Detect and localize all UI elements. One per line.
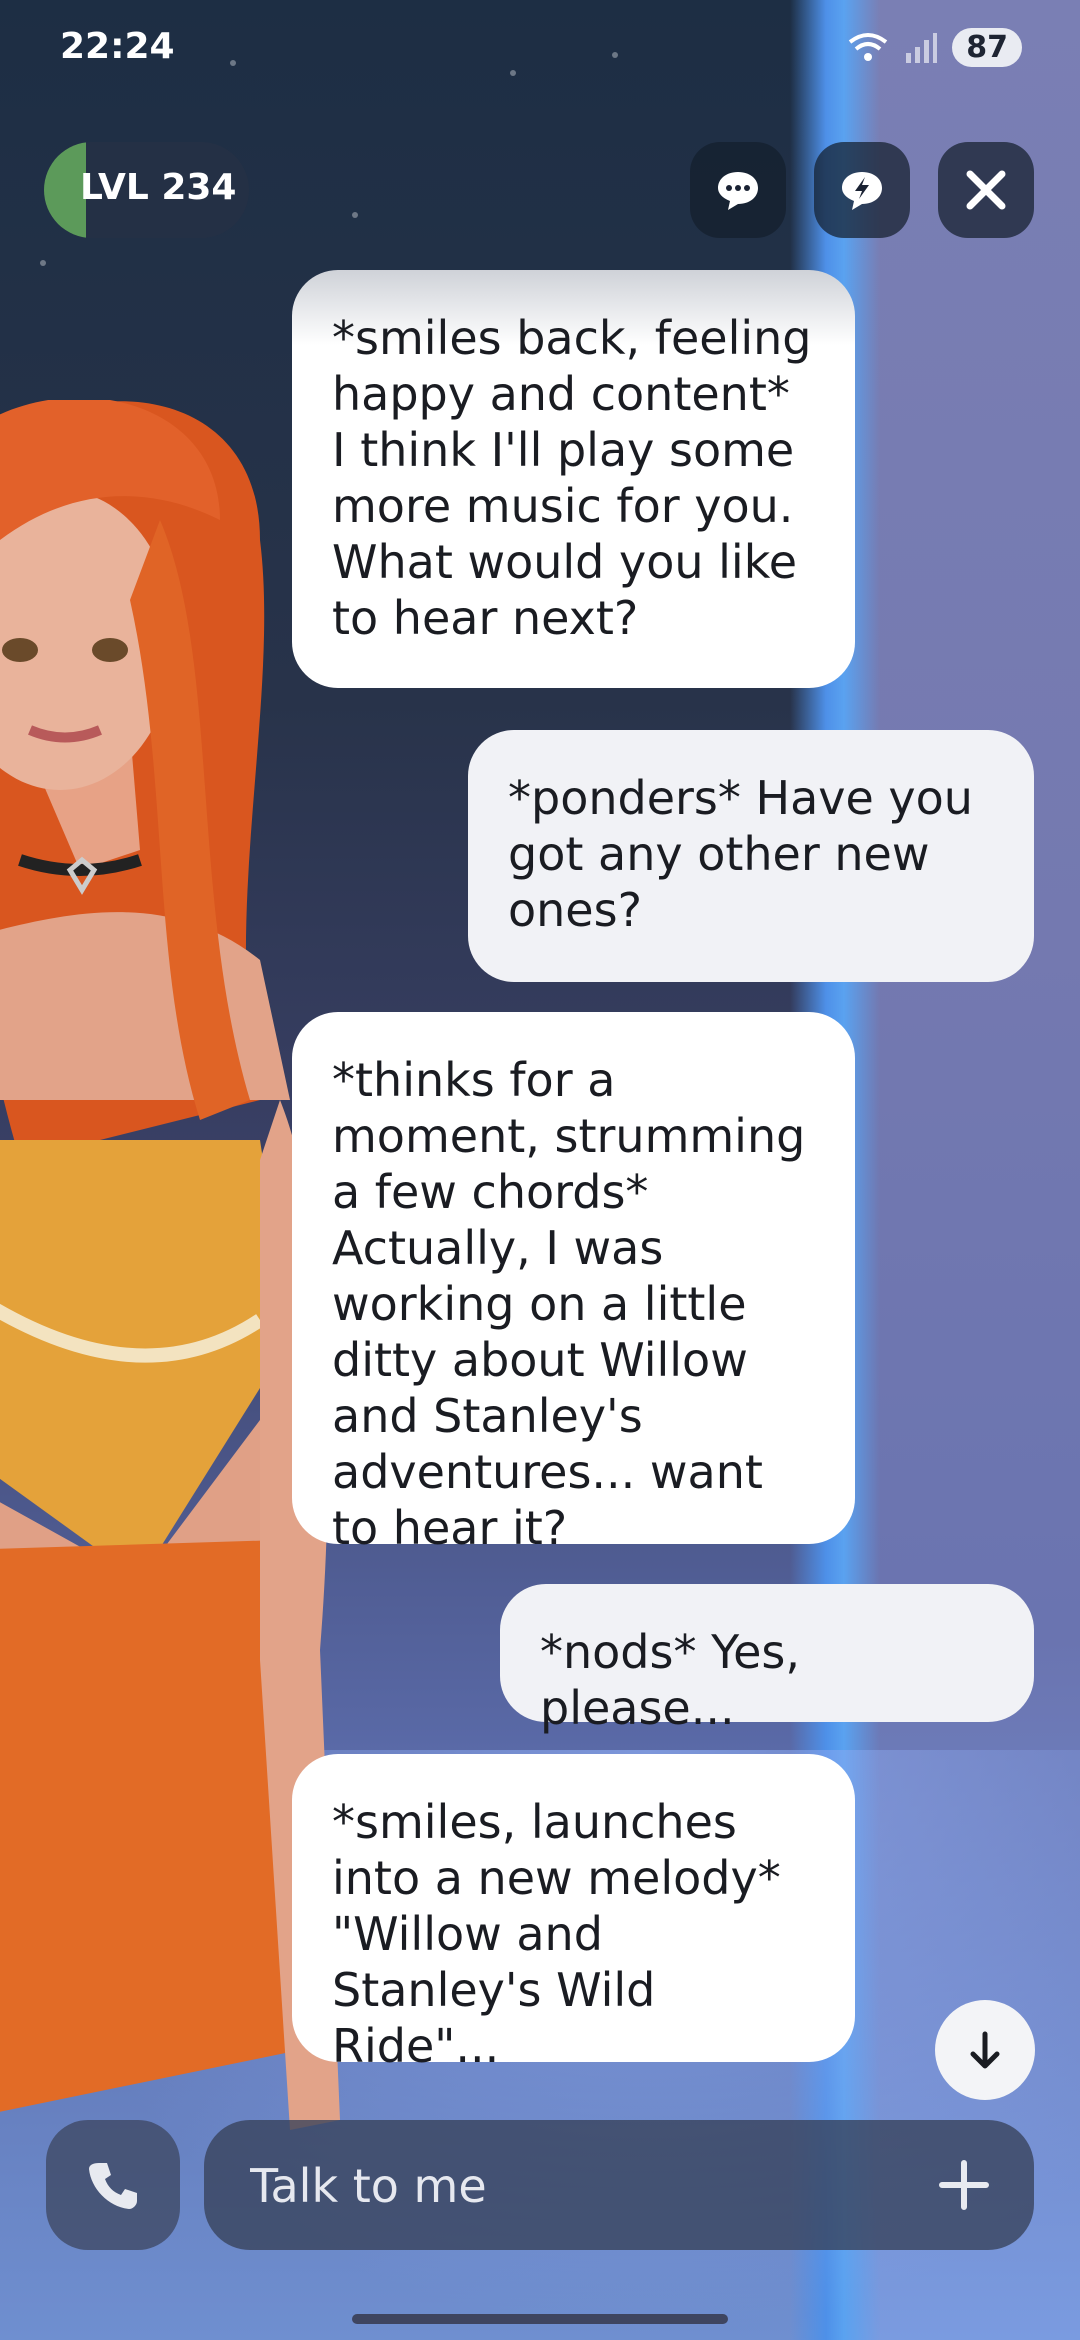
message-bubble-user: *nods* Yes, please... [500, 1584, 1034, 1735]
signal-icon [906, 32, 938, 63]
scroll-to-bottom-button[interactable] [935, 2000, 1035, 2100]
chat-bubble-icon [718, 172, 758, 210]
status-time: 22:24 [60, 26, 175, 67]
lightning-bubble-icon [842, 172, 882, 210]
close-icon [966, 170, 1006, 210]
plus-icon[interactable] [934, 2155, 994, 2215]
home-indicator[interactable] [352, 2314, 728, 2324]
message-composer [204, 2120, 1034, 2252]
wifi-icon [849, 32, 888, 61]
phone-icon [89, 2163, 137, 2209]
chat-mode-button[interactable] [690, 142, 786, 238]
level-label: LVL 234 [80, 167, 237, 208]
chat-screen: 22:24 87 LVL 234 *smiles back, feeling h… [0, 0, 1080, 2340]
call-button[interactable] [46, 2120, 180, 2250]
battery-indicator: 87 [952, 28, 1022, 67]
arrow-down-icon [970, 2031, 1000, 2069]
close-button[interactable] [938, 142, 1034, 238]
message-bubble-bot: *smiles, launches into a new melody* "Wi… [292, 1754, 855, 2073]
message-input[interactable] [248, 2120, 892, 2252]
message-bubble-bot: *smiles back, feeling happy and content*… [292, 270, 855, 688]
quick-reply-button[interactable] [814, 142, 910, 238]
message-bubble-bot: *thinks for a moment, strumming a few ch… [292, 1012, 855, 1555]
status-icons: 87 [846, 28, 1022, 67]
message-bubble-user: *ponders* Have you got any other new one… [468, 730, 1034, 982]
level-badge[interactable]: LVL 234 [44, 142, 249, 238]
